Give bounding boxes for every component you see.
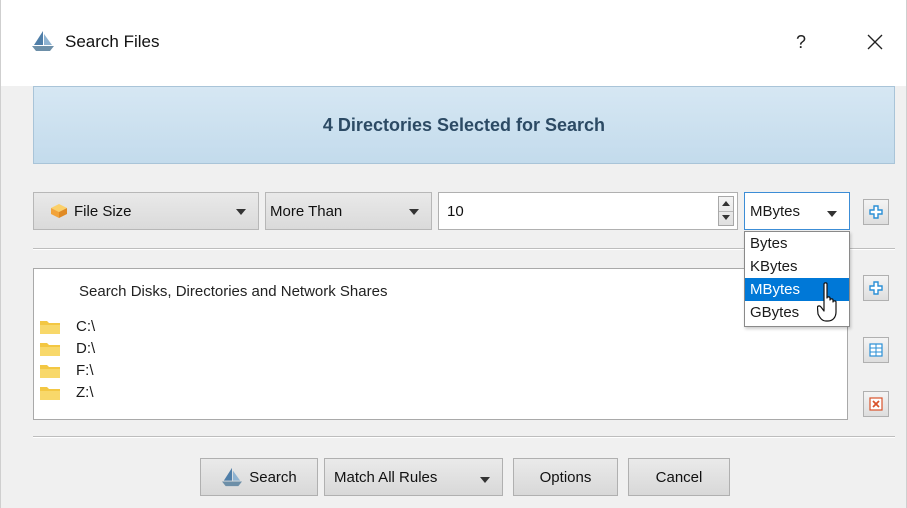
directory-path: F:\ bbox=[76, 361, 94, 379]
close-icon bbox=[867, 34, 883, 50]
unit-select[interactable]: MBytes bbox=[744, 192, 850, 230]
unit-dropdown-list: Bytes KBytes MBytes GBytes bbox=[744, 231, 850, 327]
separator bbox=[33, 436, 895, 438]
match-rules-label: Match All Rules bbox=[334, 468, 438, 486]
file-size-icon bbox=[51, 204, 67, 218]
match-rules-select[interactable]: Match All Rules bbox=[324, 458, 503, 496]
search-button-label: Search bbox=[249, 468, 297, 486]
plus-icon bbox=[869, 205, 883, 219]
operator-select[interactable]: More Than bbox=[265, 192, 432, 230]
title-bar: Search Files ? bbox=[1, 0, 906, 86]
unit-option-mbytes[interactable]: MBytes bbox=[745, 278, 849, 301]
directory-path: D:\ bbox=[76, 339, 96, 357]
list-item[interactable]: D:\ bbox=[40, 337, 95, 359]
close-button[interactable] bbox=[853, 22, 897, 62]
unit-option-bytes[interactable]: Bytes bbox=[745, 232, 849, 255]
folder-icon bbox=[40, 386, 60, 400]
operator-select-label: More Than bbox=[270, 202, 343, 220]
directory-list[interactable]: Search Disks, Directories and Network Sh… bbox=[33, 268, 848, 420]
unit-select-label: MBytes bbox=[750, 202, 801, 220]
help-button[interactable]: ? bbox=[781, 22, 821, 62]
search-button[interactable]: Search bbox=[200, 458, 318, 496]
select-all-button[interactable] bbox=[863, 337, 889, 363]
size-value-spinbox[interactable] bbox=[438, 192, 738, 230]
chevron-down-icon bbox=[827, 211, 837, 217]
unit-option-gbytes[interactable]: GBytes bbox=[745, 301, 849, 324]
delete-icon bbox=[869, 397, 883, 411]
plus-icon bbox=[869, 281, 883, 295]
window-title: Search Files bbox=[65, 32, 160, 51]
folder-icon bbox=[40, 320, 60, 334]
grid-icon bbox=[869, 343, 883, 357]
search-files-dialog: Search Files ? 4 Directories Selected fo… bbox=[0, 0, 907, 508]
add-directory-button[interactable] bbox=[863, 275, 889, 301]
chevron-down-icon bbox=[236, 209, 246, 215]
add-rule-button[interactable] bbox=[863, 199, 889, 225]
list-item[interactable]: C:\ bbox=[40, 315, 95, 337]
unit-option-kbytes[interactable]: KBytes bbox=[745, 255, 849, 278]
size-value-input[interactable] bbox=[439, 193, 703, 229]
spin-up-button[interactable] bbox=[719, 197, 733, 212]
directory-list-header: Search Disks, Directories and Network Sh… bbox=[79, 283, 388, 300]
folder-icon bbox=[40, 364, 60, 378]
sailboat-icon bbox=[32, 31, 54, 51]
list-item[interactable]: Z:\ bbox=[40, 381, 94, 403]
directory-path: Z:\ bbox=[76, 383, 94, 401]
spin-buttons bbox=[718, 196, 734, 226]
chevron-down-icon bbox=[480, 477, 490, 483]
selection-banner: 4 Directories Selected for Search bbox=[33, 86, 895, 164]
chevron-down-icon bbox=[409, 209, 419, 215]
field-select-label: File Size bbox=[74, 202, 132, 220]
list-item[interactable]: F:\ bbox=[40, 359, 94, 381]
cancel-button[interactable]: Cancel bbox=[628, 458, 730, 496]
remove-directory-button[interactable] bbox=[863, 391, 889, 417]
folder-icon bbox=[40, 342, 60, 356]
field-select[interactable]: File Size bbox=[33, 192, 259, 230]
directory-path: C:\ bbox=[76, 317, 96, 335]
spin-down-button[interactable] bbox=[719, 211, 733, 225]
sailboat-icon bbox=[222, 467, 243, 487]
options-button[interactable]: Options bbox=[513, 458, 618, 496]
